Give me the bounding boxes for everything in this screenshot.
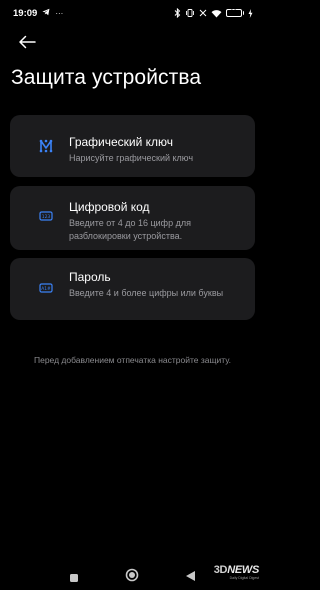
status-bar: 19:09 ··· 88	[0, 0, 265, 26]
svg-text:123: 123	[42, 214, 51, 220]
vibrate-icon	[185, 8, 195, 18]
watermark-tagline: Daily Digital Digest	[229, 576, 259, 580]
option-password[interactable]: A1# Пароль Введите 4 и более цифры или б…	[10, 258, 255, 320]
option-subtitle: Нарисуйте графический ключ	[69, 153, 194, 163]
wifi-icon	[211, 9, 222, 18]
charging-icon	[248, 8, 253, 18]
status-time: 19:09	[13, 7, 38, 19]
status-left: 19:09 ···	[13, 8, 63, 19]
option-pattern[interactable]: Графический ключ Нарисуйте графический к…	[10, 115, 255, 177]
password-icon: A1#	[39, 281, 53, 295]
pin-icon: 123	[39, 209, 53, 223]
more-notifications-dots: ···	[55, 8, 64, 18]
back-button[interactable]	[14, 30, 40, 54]
telegram-icon	[42, 8, 50, 18]
recents-square-icon[interactable]	[69, 570, 79, 588]
watermark-right: NEWS	[227, 564, 259, 576]
option-title: Пароль	[69, 270, 111, 284]
option-title: Графический ключ	[69, 135, 174, 149]
option-subtitle: Введите от 4 до 16 цифр для разблокировк…	[69, 218, 191, 241]
option-subtitle: Введите 4 и более цифры или буквы	[69, 288, 224, 298]
page-title: Защита устройства	[11, 66, 202, 89]
bluetooth-icon	[174, 8, 181, 18]
back-arrow-icon	[19, 35, 36, 49]
option-pin[interactable]: 123 Цифровой код Введите от 4 до 16 цифр…	[10, 186, 255, 250]
back-triangle-icon[interactable]	[185, 569, 196, 587]
battery-percent: 88	[230, 10, 237, 16]
option-title: Цифровой код	[69, 200, 150, 214]
watermark-left: 3D	[213, 564, 228, 576]
battery-icon: 88	[225, 9, 244, 18]
svg-text:A1#: A1#	[41, 286, 51, 292]
home-circle-icon[interactable]	[125, 568, 139, 587]
watermark-logo: 3DNEWS Daily Digital Digest	[213, 564, 260, 581]
status-right: 88	[174, 8, 254, 18]
footer-note: Перед добавлением отпечатка настройте за…	[33, 355, 231, 365]
mute-x-icon	[199, 9, 207, 17]
pattern-icon	[39, 139, 53, 153]
